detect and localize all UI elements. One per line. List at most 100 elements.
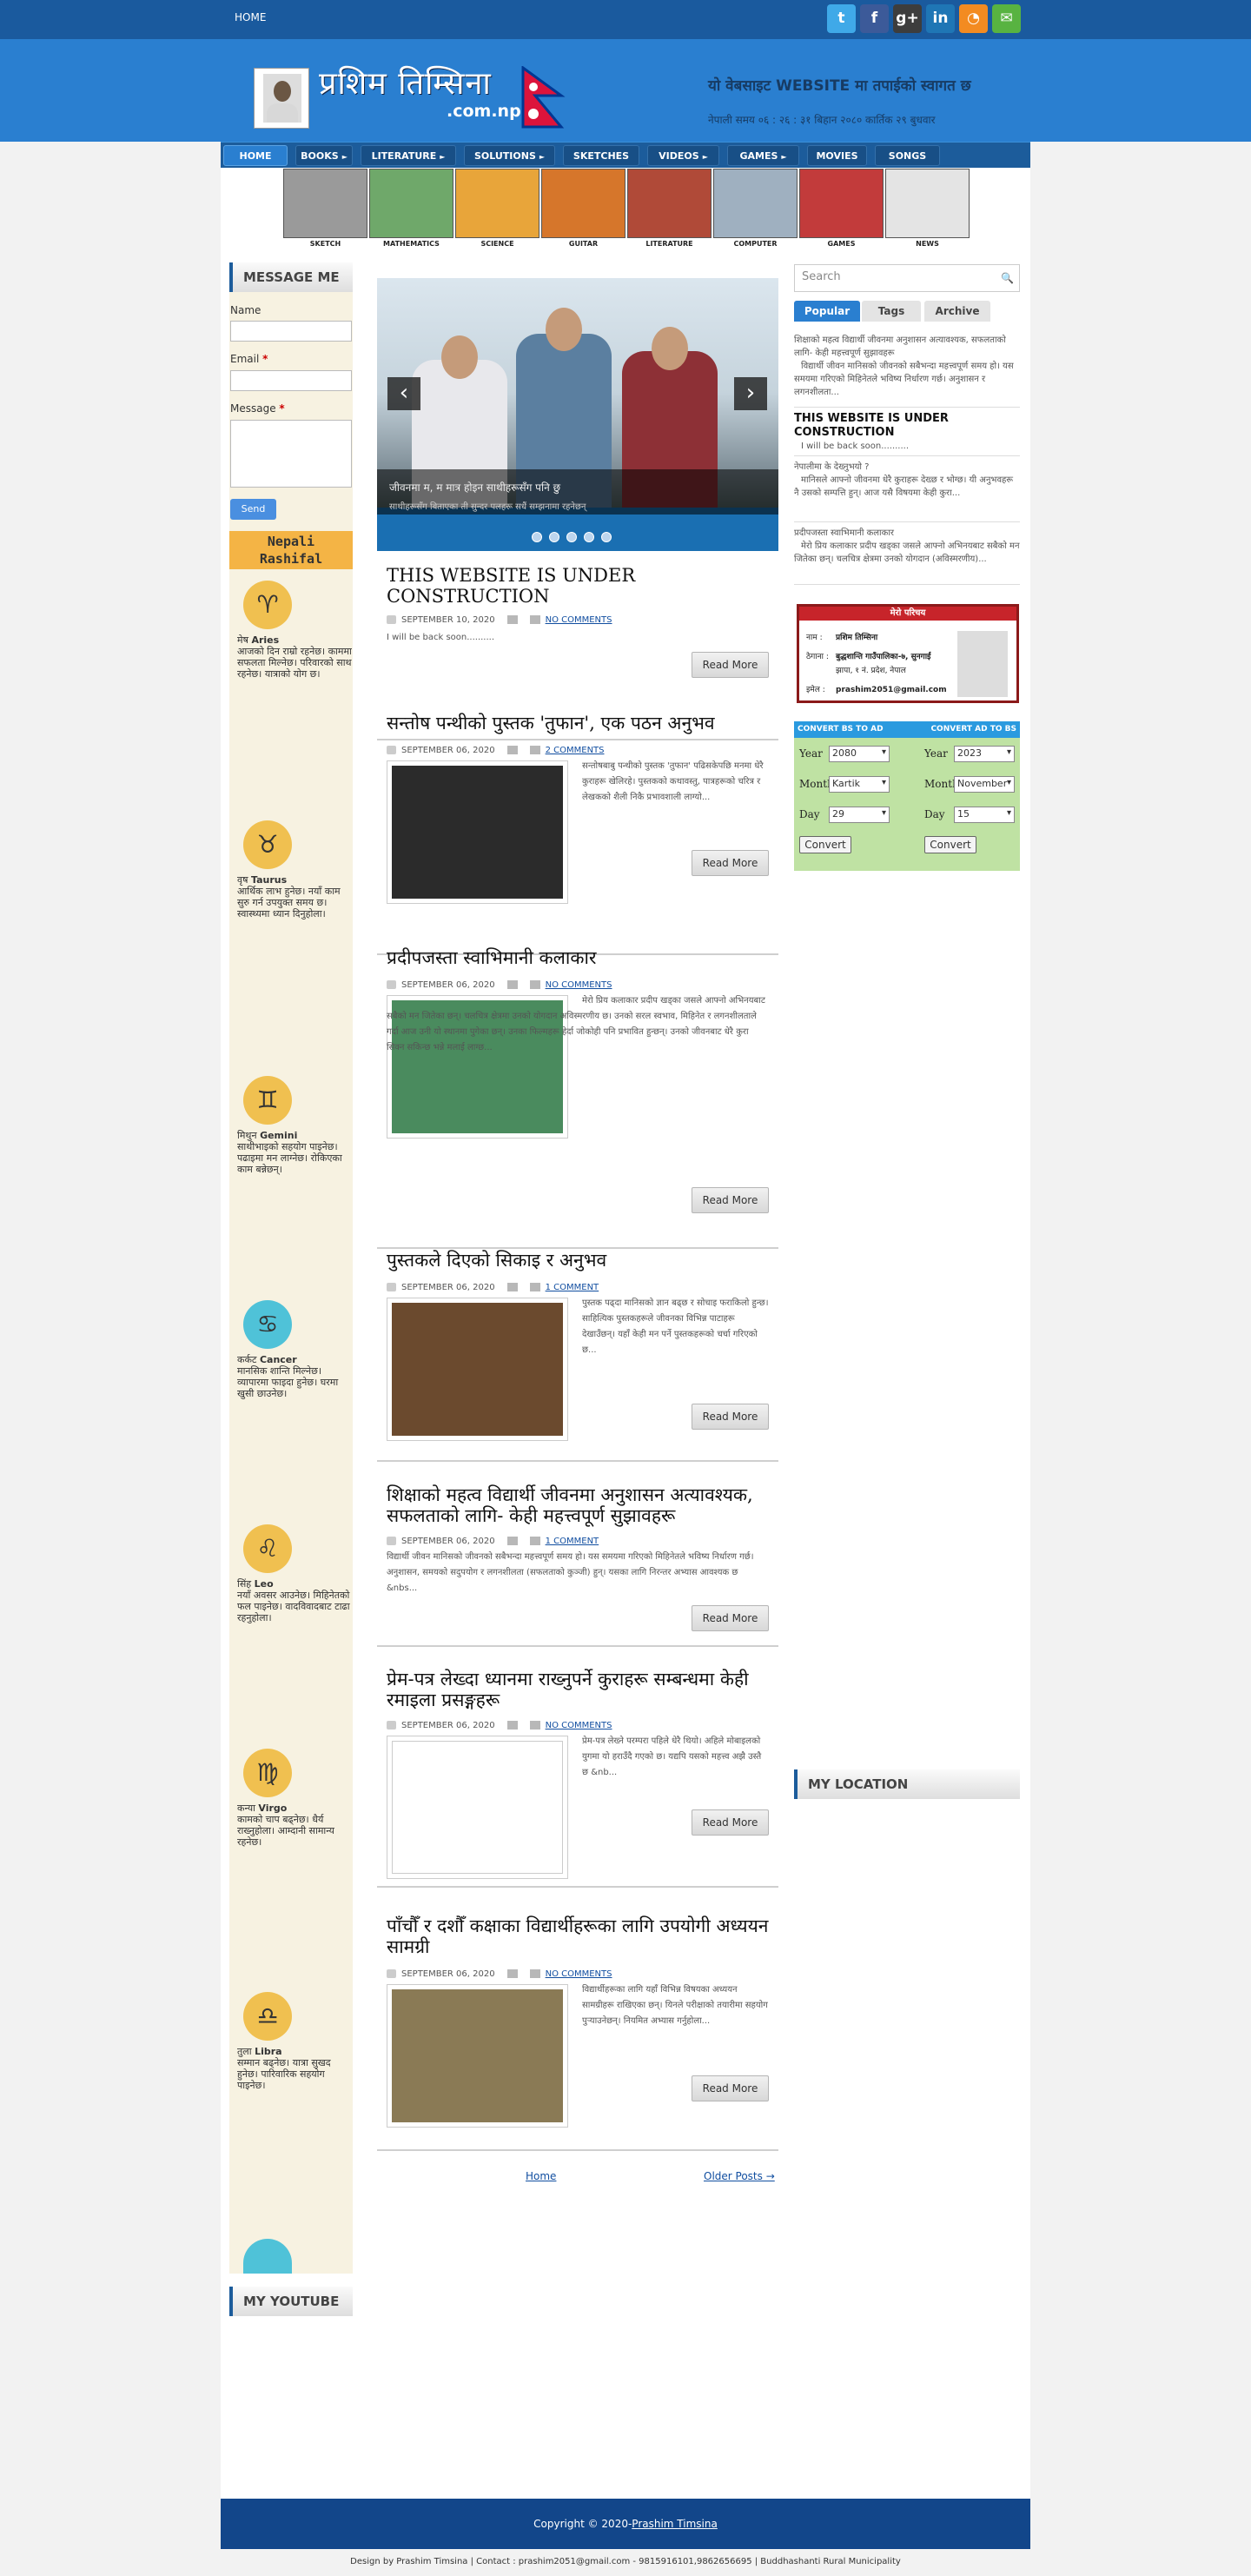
category-science[interactable]: SCIENCE [455,169,539,252]
post-comments-link[interactable]: NO COMMENTS [546,1969,612,1979]
read-more-button[interactable]: Read More [692,1605,769,1631]
slider-dot[interactable] [566,532,577,542]
read-more-button[interactable]: Read More [692,2075,769,2101]
divider [794,455,1020,456]
home-page-link[interactable]: Home [526,2170,556,2182]
category-literature[interactable]: LITERATURE [627,169,712,252]
category-mathematics[interactable]: MATHEMATICS [369,169,453,252]
post-comments-link[interactable]: NO COMMENTS [546,615,612,625]
slider-dot[interactable] [549,532,559,542]
tab-popular[interactable]: Popular [794,301,860,322]
site-footer: Copyright © 2020-Prashim Timsina [221,2499,1030,2549]
post-divider [377,1460,778,1462]
post-title[interactable]: THIS WEBSITE IS UNDER CONSTRUCTION [387,565,769,607]
post-title[interactable]: सन्तोष पन्थीको पुस्तक 'तुफान', एक पठन अन… [387,713,769,734]
folder-icon [506,1969,518,1978]
slider-next-button[interactable]: › [734,377,767,410]
nav-item-songs[interactable]: SONGS [875,145,940,166]
facebook-icon[interactable]: f [860,4,889,33]
twitter-icon[interactable]: t [827,4,856,33]
comment-icon [529,980,540,989]
older-posts-link[interactable]: Older Posts → [704,2170,775,2182]
post-title[interactable]: प्रेम-पत्र लेख्दा ध्यानमा राख्नुपर्ने कु… [387,1669,769,1710]
popular-post[interactable]: प्रदीपजस्ता स्वाभिमानी कलाकार मेरो प्रिय … [794,527,1020,566]
bs-month-select[interactable]: Kartik [829,776,890,793]
post-title[interactable]: पाँचौँ र दशौँ कक्षाका विद्यार्थीहरूका ला… [387,1915,769,1957]
popular-post-title[interactable]: प्रदीपजस्ता स्वाभिमानी कलाकार [794,527,1020,540]
zodiac-cancer-icon: ♋ [243,1300,292,1349]
zodiac-name: सिंह Leo [237,1578,274,1590]
read-more-button[interactable]: Read More [692,1404,769,1430]
popular-post-title[interactable]: THIS WEBSITE IS UNDER CONSTRUCTION [794,412,1020,440]
post-thumbnail[interactable] [387,1736,568,1879]
message-field[interactable] [230,420,352,488]
category-sketch[interactable]: SKETCH [283,169,367,252]
bs-convert-button[interactable]: Convert [799,836,851,853]
email-icon[interactable]: ✉ [992,4,1021,33]
nav-item-literature[interactable]: LITERATURE ► [361,145,456,166]
post-thumbnail[interactable] [387,760,568,904]
post-comments-link[interactable]: NO COMMENTS [546,980,612,990]
linkedin-icon[interactable]: in [926,4,955,33]
slider-dot[interactable] [532,532,542,542]
read-more-button[interactable]: Read More [692,850,769,876]
popular-post-title[interactable]: शिक्षाको महत्व विद्यार्थी जीवनमा अनुशासन… [794,334,1020,360]
tab-tags[interactable]: Tags [862,301,921,322]
bs-year-select[interactable]: 2080 [829,746,890,762]
email-field[interactable] [230,370,352,391]
popular-post-title[interactable]: नेपालीमा के देख्नुभयो ? [794,461,1020,474]
ad-month-select[interactable]: November [954,776,1015,793]
nav-item-videos[interactable]: VIDEOS ► [647,145,719,166]
ad-year-select[interactable]: 2023 [954,746,1015,762]
location-box-title: MY LOCATION [794,1769,1020,1799]
category-label: SCIENCE [480,240,514,248]
search-icon[interactable]: 🔍 [1001,272,1014,284]
zodiac-text: कामको चाप बढ्नेछ। धैर्य राख्नुहोला। आम्द… [237,1814,334,1848]
nav-item-books[interactable]: BOOKS ► [295,145,353,166]
owner-link[interactable]: Prashim Timsina [632,2518,718,2530]
bs-day-select[interactable]: 29 [829,807,890,823]
read-more-button[interactable]: Read More [692,1187,769,1213]
post-comments-link[interactable]: 2 COMMENTS [546,746,605,755]
send-button[interactable]: Send [230,499,276,520]
popular-post-excerpt: I will be back soon.......... [801,442,910,451]
category-games[interactable]: GAMES [799,169,884,252]
category-computer[interactable]: COMPUTER [713,169,798,252]
name-field[interactable] [230,321,352,342]
search-input[interactable]: Search 🔍 [794,264,1020,292]
top-home-link[interactable]: HOME [235,11,266,23]
nav-item-home[interactable]: HOME [223,145,288,166]
post-comments-link[interactable]: 1 COMMENT [546,1283,599,1292]
slider-dot[interactable] [584,532,594,542]
post-comments-link[interactable]: NO COMMENTS [546,1721,612,1730]
nav-item-sketches[interactable]: SKETCHES [563,145,639,166]
rss-icon[interactable]: ◔ [959,4,988,33]
nav-item-movies[interactable]: MOVIES [807,145,867,166]
read-more-button[interactable]: Read More [692,1809,769,1836]
slider-caption: जीवनमा म, म मात्र होइन साथीहरूसँग पनि छु… [377,469,778,515]
nav-item-solutions[interactable]: SOLUTIONS ► [464,145,555,166]
popular-post[interactable]: शिक्षाको महत्व विद्यार्थी जीवनमा अनुशासन… [794,334,1020,399]
popular-post[interactable]: THIS WEBSITE IS UNDER CONSTRUCTION I will… [794,412,1020,453]
category-guitar[interactable]: GUITAR [541,169,626,252]
category-news[interactable]: NEWS [885,169,970,252]
google-plus-icon[interactable]: g+ [893,4,922,33]
post-title[interactable]: पुस्तकले दिएको सिकाइ र अनुभव [387,1250,769,1271]
site-logo-text[interactable]: प्रशिम तिम्सिना [319,61,492,103]
read-more-button[interactable]: Read More [692,652,769,678]
post-comments-link[interactable]: 1 COMMENT [546,1537,599,1546]
ad-convert-button[interactable]: Convert [924,836,976,853]
ad-day-select[interactable]: 15 [954,807,1015,823]
tab-archive[interactable]: Archive [924,301,990,322]
slider-dot[interactable] [601,532,612,542]
post-title[interactable]: शिक्षाको महत्व विद्यार्थी जीवनमा अनुशासन… [387,1484,769,1526]
nav-item-games[interactable]: GAMES ► [727,145,799,166]
post-thumbnail[interactable] [387,1298,568,1441]
post-image [392,1989,563,2122]
popular-post[interactable]: नेपालीमा के देख्नुभयो ? मानिसले आफ्नो जीव… [794,461,1020,500]
post-image [392,1741,563,1874]
zodiac-name: तुला Libra [237,2046,282,2057]
slider-prev-button[interactable]: ‹ [387,377,420,410]
post-thumbnail[interactable] [387,1984,568,2128]
post-title[interactable]: प्रदीपजस्ता स्वाभिमानी कलाकार [387,947,769,968]
